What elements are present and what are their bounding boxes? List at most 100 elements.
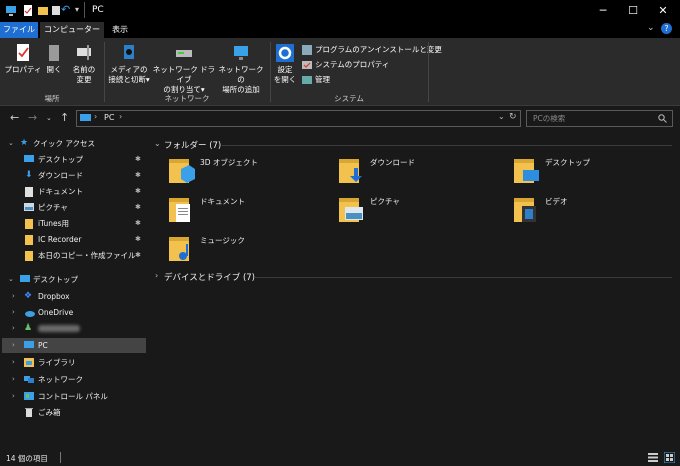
folder-3d-objects[interactable]: 3D オブジェクト xyxy=(167,155,317,191)
manage-button[interactable]: 管理 xyxy=(302,74,330,86)
map-network-drive-button[interactable]: ネットワーク ドライブ の割り当て▾ xyxy=(152,43,216,95)
media-label-1: メディアの xyxy=(110,65,148,74)
collapsed-chevron-icon[interactable]: › xyxy=(12,305,15,320)
folder-documents[interactable]: ドキュメント xyxy=(167,194,317,230)
folders-section-chevron-icon[interactable]: ⌄ xyxy=(154,139,161,148)
recycle-bin-icon xyxy=(25,408,33,417)
folder-downloads[interactable]: ダウンロード xyxy=(337,155,487,191)
breadcrumb-pc[interactable]: PC xyxy=(104,113,114,122)
help-icon[interactable]: ? xyxy=(661,23,672,34)
nav-network[interactable]: › ネットワーク xyxy=(0,372,146,387)
address-dropdown-icon[interactable]: ⌄ xyxy=(498,112,505,121)
collapsed-chevron-icon[interactable]: › xyxy=(12,289,15,304)
close-button[interactable]: ✕ xyxy=(646,0,680,22)
collapsed-chevron-icon[interactable]: › xyxy=(12,355,15,370)
folder-desktop[interactable]: デスクトップ xyxy=(512,155,662,191)
uninstall-program-button[interactable]: プログラムのアンインストールと変更 xyxy=(302,44,442,56)
nav-desktop-root-label: デスクトップ xyxy=(33,275,78,284)
open-button[interactable]: 開く xyxy=(42,43,66,75)
devices-section-chevron-icon[interactable]: › xyxy=(155,271,158,280)
nav-documents-label: ドキュメント xyxy=(38,187,83,196)
user-icon: ♟ xyxy=(24,323,33,333)
nav-ic-recorder[interactable]: IC Recorder ✱ xyxy=(0,232,146,247)
open-settings-button[interactable]: 設定 を開く xyxy=(272,43,298,85)
refresh-icon[interactable]: ↻ xyxy=(509,112,517,122)
network-icon xyxy=(24,376,34,383)
nav-desktop-root[interactable]: ⌄ デスクトップ xyxy=(0,272,146,287)
item-count: 14 個の項目 xyxy=(6,454,48,463)
tab-file[interactable]: ファイル xyxy=(0,22,38,38)
nav-pictures[interactable]: ピクチャ ✱ xyxy=(0,200,146,215)
undo-icon[interactable]: ↶ xyxy=(61,3,70,16)
expanded-chevron-icon[interactable]: ⌄ xyxy=(8,136,14,151)
up-button[interactable]: ↑ xyxy=(60,111,69,124)
add-network-location-button[interactable]: ネットワークの 場所の追加 xyxy=(216,43,266,95)
nav-control-panel[interactable]: › コントロール パネル xyxy=(0,389,146,404)
pin-icon[interactable]: ✱ xyxy=(135,232,141,247)
nav-documents[interactable]: ドキュメント ✱ xyxy=(0,184,146,199)
folder-music[interactable]: ミュージック xyxy=(167,233,317,269)
pin-icon[interactable]: ✱ xyxy=(135,248,141,263)
minimize-button[interactable]: ─ xyxy=(586,0,620,22)
large-icons-view-icon[interactable] xyxy=(664,452,675,463)
nav-libraries[interactable]: › ライブラリ xyxy=(0,355,146,370)
properties-quick-icon[interactable] xyxy=(22,4,34,17)
expanded-chevron-icon[interactable]: ⌄ xyxy=(8,272,14,287)
documents-folder-icon xyxy=(169,198,190,222)
properties-button[interactable]: プロパティ xyxy=(4,43,42,75)
system-properties-label: システムのプロパティ xyxy=(315,60,390,69)
system-group-label: システム xyxy=(334,94,364,103)
nav-downloads[interactable]: ⬇ ダウンロード ✱ xyxy=(0,168,146,183)
new-folder-quick-icon[interactable] xyxy=(37,4,49,17)
forward-button[interactable]: → xyxy=(28,111,37,124)
collapse-ribbon-icon[interactable]: ⌄ xyxy=(647,23,655,33)
tab-view[interactable]: 表示 xyxy=(104,22,136,38)
nav-today-copy[interactable]: 本日のコピー・作成ファイル ✱ xyxy=(0,248,146,263)
network-location-icon xyxy=(234,46,248,60)
nav-recycle-bin[interactable]: ごみ箱 xyxy=(0,405,146,420)
maximize-button[interactable]: ☐ xyxy=(616,0,650,22)
nav-dropbox[interactable]: › ❖ Dropbox xyxy=(0,289,146,304)
nav-desktop-label: デスクトップ xyxy=(38,155,83,164)
breadcrumb-chevron-icon[interactable]: › xyxy=(119,112,122,121)
nav-today-copy-label: 本日のコピー・作成ファイル xyxy=(38,251,136,260)
address-bar[interactable]: › PC › ⌄ ↻ xyxy=(76,110,521,127)
folders-section-header[interactable]: フォルダー (7) xyxy=(164,139,221,151)
collapsed-chevron-icon[interactable]: › xyxy=(12,321,15,336)
search-icon[interactable] xyxy=(658,114,667,123)
nav-itunes[interactable]: iTunes用 ✱ xyxy=(0,216,146,231)
folder-pictures[interactable]: ピクチャ xyxy=(337,194,487,230)
search-box[interactable]: PCの検索 xyxy=(526,110,673,127)
pin-icon[interactable]: ✱ xyxy=(135,184,141,199)
nav-user[interactable]: › ♟ xyxy=(0,321,146,336)
collapsed-chevron-icon[interactable]: › xyxy=(12,338,15,353)
breadcrumb-chevron-icon: › xyxy=(94,112,98,121)
rename-button[interactable]: 名前の 変更 xyxy=(68,43,100,85)
media-connect-button[interactable]: メディアの 接続と切断▾ xyxy=(106,43,152,85)
nav-quick-access[interactable]: ⌄ ★ クイック アクセス xyxy=(0,136,146,151)
rename-icon xyxy=(77,45,91,60)
downloads-folder-icon xyxy=(339,159,362,183)
nav-pc[interactable]: › PC xyxy=(0,338,146,353)
pin-icon[interactable]: ✱ xyxy=(135,168,141,183)
title-bar: ↶ ▾ PC ─ ☐ ✕ xyxy=(0,0,680,22)
collapsed-chevron-icon[interactable]: › xyxy=(12,372,15,387)
nav-control-panel-label: コントロール パネル xyxy=(38,392,108,401)
details-view-icon[interactable] xyxy=(648,453,658,462)
recent-locations-icon[interactable]: ⌄ xyxy=(46,114,52,122)
nav-itunes-label: iTunes用 xyxy=(38,219,70,228)
collapsed-chevron-icon[interactable]: › xyxy=(12,389,15,404)
system-properties-button[interactable]: システムのプロパティ xyxy=(302,59,389,71)
devices-section-header[interactable]: デバイスとドライブ (7) xyxy=(164,271,255,283)
nav-desktop[interactable]: デスクトップ ✱ xyxy=(0,152,146,167)
pin-icon[interactable]: ✱ xyxy=(135,216,141,231)
nav-dropbox-label: Dropbox xyxy=(38,292,70,301)
nav-onedrive[interactable]: › OneDrive xyxy=(0,305,146,320)
quick-access-dropdown-icon[interactable]: ▾ xyxy=(75,5,79,14)
folder-videos[interactable]: ビデオ xyxy=(512,194,662,230)
pin-icon[interactable]: ✱ xyxy=(135,200,141,215)
section-divider xyxy=(254,277,672,278)
back-button[interactable]: ← xyxy=(10,111,19,124)
pin-icon[interactable]: ✱ xyxy=(135,152,141,167)
tab-computer[interactable]: コンピューター xyxy=(40,22,104,38)
